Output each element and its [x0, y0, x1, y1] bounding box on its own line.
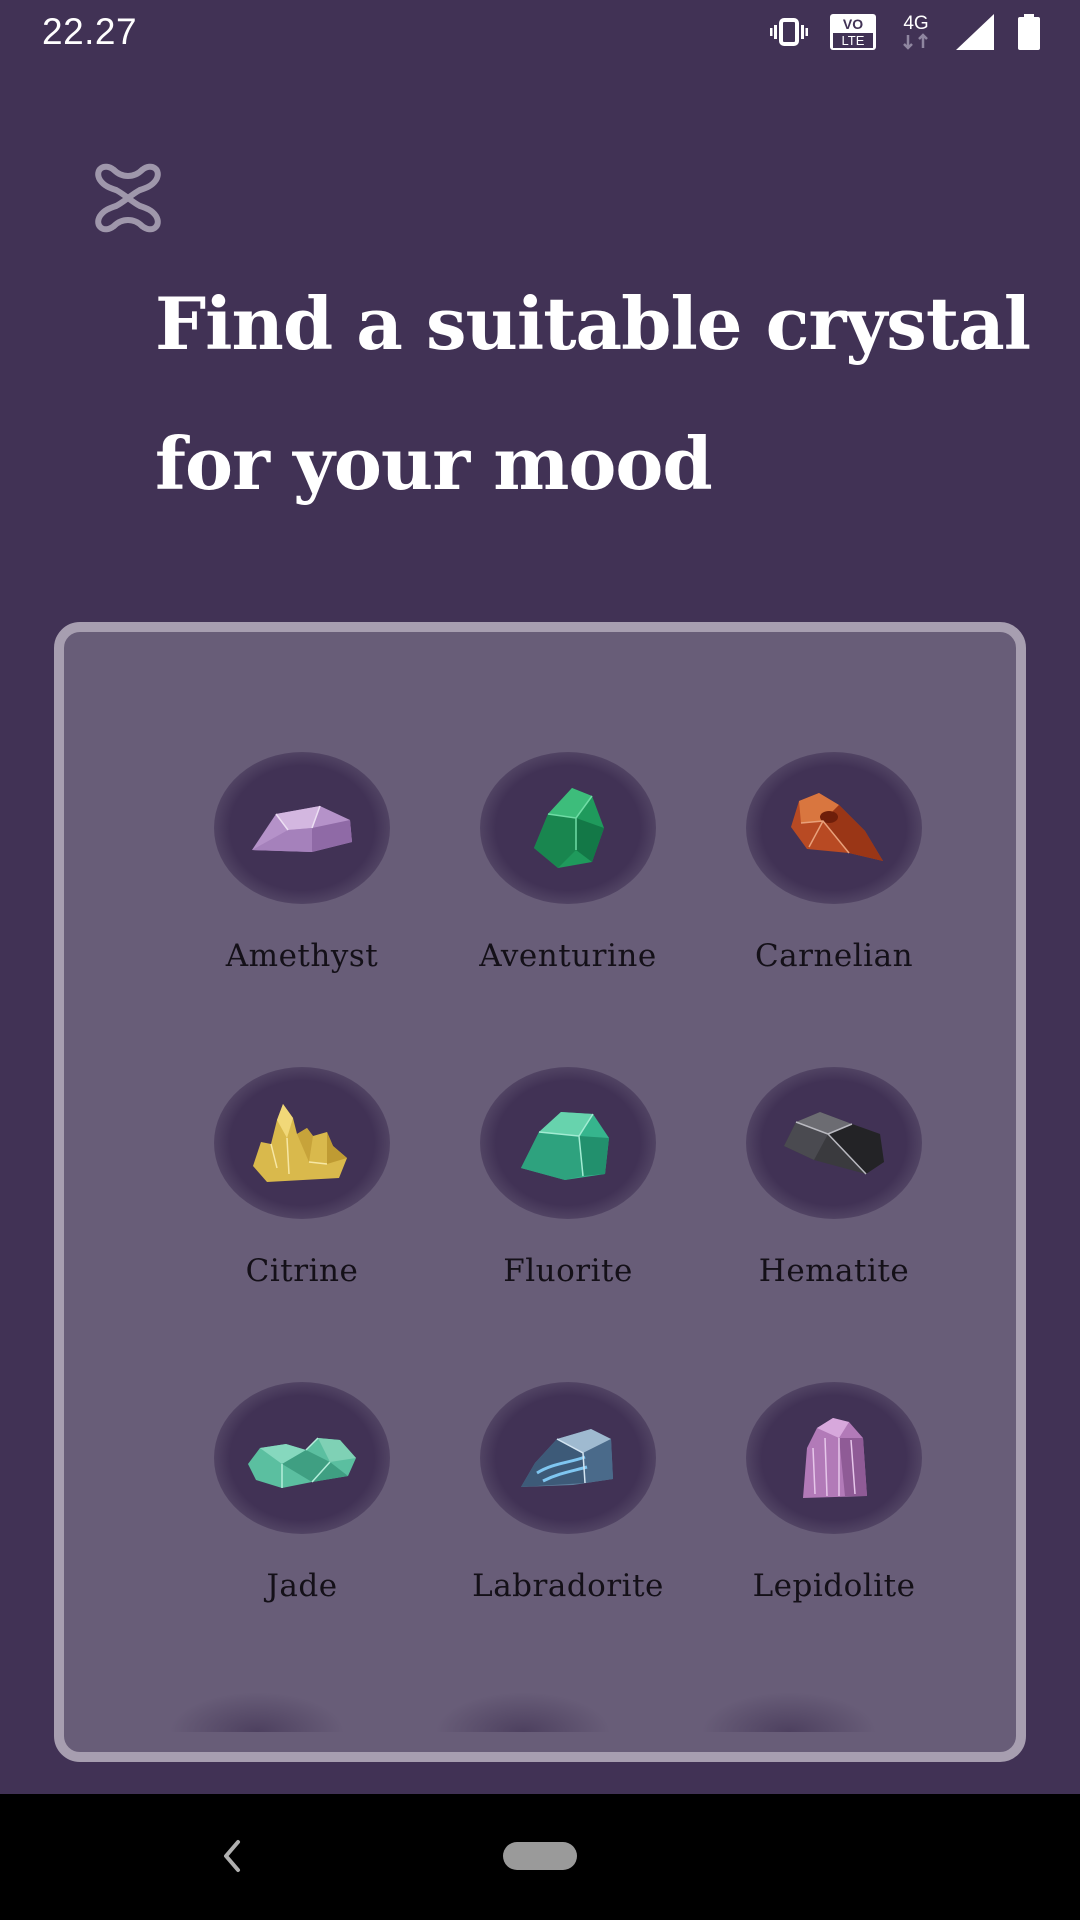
crystal-name: Carnelian [754, 938, 914, 974]
crystal-name: Fluorite [503, 1253, 633, 1289]
crystal-name: Labradorite [472, 1568, 664, 1604]
crystal-halo [214, 752, 390, 904]
aventurine-crystal-icon [534, 788, 604, 868]
crystal-card[interactable]: Amethyst Aventurine Carnelian Citrine Fl… [54, 622, 1026, 1762]
volte-text-bottom: LTE [842, 33, 865, 48]
citrine-crystal-icon [253, 1104, 347, 1182]
crystal-halo [214, 1382, 390, 1534]
crystal-halo [214, 1067, 390, 1219]
crystal-name: Citrine [245, 1253, 359, 1289]
crystal-halo [480, 1067, 656, 1219]
crystal-name: Lepidolite [752, 1568, 916, 1604]
volte-text-top: VO [843, 16, 863, 32]
jade-crystal-icon [248, 1437, 356, 1488]
crystal-item-jade[interactable]: Jade [169, 1382, 435, 1697]
back-icon[interactable] [218, 1836, 248, 1876]
labradorite-crystal-icon [521, 1429, 613, 1487]
battery-icon [1018, 14, 1040, 50]
home-pill[interactable] [503, 1842, 577, 1870]
crystal-item-hematite[interactable]: Hematite [701, 1067, 967, 1382]
crystal-halo-peek [701, 1692, 877, 1732]
amethyst-crystal-icon [252, 805, 352, 852]
crystal-item-carnelian[interactable]: Carnelian [701, 752, 967, 1067]
4g-data-icon: 4G [903, 13, 929, 50]
crystal-item-citrine[interactable]: Citrine [169, 1067, 435, 1382]
crystal-item-amethyst[interactable]: Amethyst [169, 752, 435, 1067]
crystal-item-labradorite[interactable]: Labradorite [435, 1382, 701, 1697]
crystal-name: Hematite [758, 1253, 910, 1289]
crystal-halo [480, 1382, 656, 1534]
crystal-name: Jade [266, 1568, 338, 1604]
vibrate-icon [770, 18, 808, 46]
crystal-item-aventurine[interactable]: Aventurine [435, 752, 701, 1067]
headline-rest: a suitable crystal [332, 281, 1031, 366]
navigation-bar [0, 1794, 1080, 1920]
crystal-halo [746, 752, 922, 904]
knot-logo-icon [95, 163, 161, 233]
headline-bold: Find [155, 281, 333, 366]
status-bar: 22.27 VO LTE 4G [0, 0, 1080, 64]
crystal-halo [480, 752, 656, 904]
crystal-name: Aventurine [479, 938, 657, 974]
crystal-grid: Amethyst Aventurine Carnelian Citrine Fl… [169, 752, 967, 1697]
volte-icon: VO LTE [830, 14, 876, 50]
hematite-crystal-icon [784, 1112, 884, 1175]
crystal-item-lepidolite[interactable]: Lepidolite [701, 1382, 967, 1697]
carnelian-crystal-icon [791, 793, 883, 861]
network-text: 4G [903, 13, 928, 34]
status-time: 22.27 [42, 11, 138, 52]
headline-line-1: Find a suitable crystal [155, 254, 1055, 394]
crystal-halo [746, 1382, 922, 1534]
lepidolite-crystal-icon [803, 1418, 867, 1498]
page-title: Find a suitable crystal for your mood [155, 280, 1055, 534]
fluorite-crystal-icon [521, 1112, 609, 1180]
crystal-name: Amethyst [225, 938, 379, 974]
status-icons: VO LTE 4G [770, 12, 1040, 52]
crystal-halo-peek [435, 1692, 611, 1732]
crystal-halo [746, 1067, 922, 1219]
crystal-halo-peek [169, 1692, 345, 1732]
headline-line-2: for your mood [155, 421, 713, 506]
crystal-item-fluorite[interactable]: Fluorite [435, 1067, 701, 1382]
signal-icon [956, 14, 994, 50]
